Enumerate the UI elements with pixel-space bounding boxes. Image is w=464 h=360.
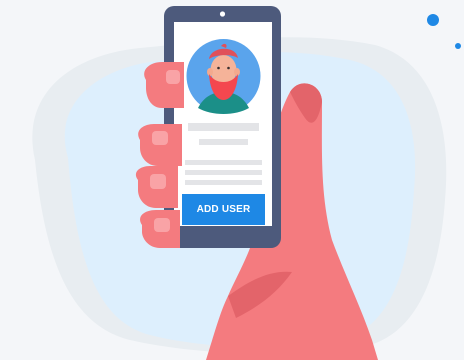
placeholder-detail-line-1 <box>185 160 262 165</box>
add-user-button[interactable]: ADD USER <box>182 194 265 225</box>
placeholder-name-line <box>188 123 259 131</box>
accent-dot-large <box>427 14 439 26</box>
camera-dot-icon <box>219 11 226 17</box>
hand-holding-phone-illustration <box>32 6 461 360</box>
placeholder-detail-line-2 <box>185 170 262 175</box>
placeholder-title-line <box>199 139 248 145</box>
accent-dot-small <box>455 43 461 49</box>
placeholder-detail-line-3 <box>185 180 262 185</box>
illustration-stage: ADD USER <box>0 0 464 360</box>
